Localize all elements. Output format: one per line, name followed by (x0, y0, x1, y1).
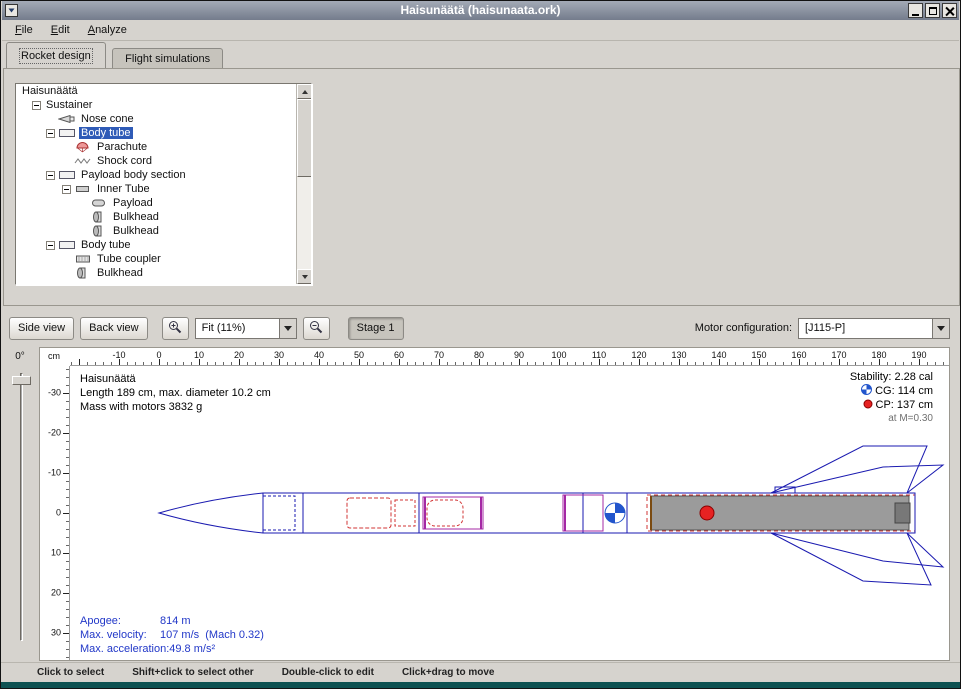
maximize-button[interactable] (925, 3, 940, 18)
flight-info: Apogee:814 m Max. velocity:107 m/s (Mach… (80, 614, 264, 656)
body-tube-icon (58, 128, 76, 138)
tree-item-bulkhead[interactable]: Bulkhead (16, 266, 311, 280)
tree-item-payload[interactable]: Payload (16, 196, 311, 210)
dropdown-button[interactable] (932, 319, 949, 338)
view-toolbar: Side view Back view Fit (11%) Stage 1 Mo… (1, 313, 961, 343)
zoom-in-icon (168, 320, 182, 337)
payload-icon (90, 198, 108, 208)
close-button[interactable] (942, 3, 957, 18)
application-window: Haisunäätä (haisunaata.ork) File Edit An… (0, 0, 961, 689)
selected-tree-label: Body tube (79, 127, 133, 139)
window-controls (908, 3, 957, 18)
rotation-slider[interactable] (20, 373, 23, 641)
window-bottom-edge (1, 682, 961, 689)
tree-item-shock-cord[interactable]: Shock cord (16, 154, 311, 168)
hint-double-click: Double-click to edit (282, 667, 374, 678)
rocket-view-panel[interactable]: -100102030405060708090100110120130140150… (39, 347, 950, 661)
rocket-dimensions: Length 189 cm, max. diameter 10.2 cm (80, 386, 271, 400)
back-view-button[interactable]: Back view (80, 317, 148, 340)
tree-item-tube-coupler[interactable]: Tube coupler (16, 252, 311, 266)
body-tube-icon (58, 170, 76, 180)
tree-scrollbar[interactable] (296, 84, 311, 284)
tree-item-parachute[interactable]: Parachute (16, 140, 311, 154)
tree-item-rocket[interactable]: Haisunäätä (16, 84, 311, 98)
zoom-out-button[interactable] (303, 317, 330, 340)
motor-configuration-label: Motor configuration: (695, 322, 792, 334)
component-tree[interactable]: Haisunäätä Sustainer Nose cone Body tube… (15, 83, 312, 285)
dropdown-button[interactable] (279, 319, 296, 338)
rotation-slider-thumb[interactable] (12, 376, 31, 385)
horizontal-ruler: -100102030405060708090100110120130140150… (70, 348, 950, 366)
zoom-out-icon (309, 320, 323, 337)
arrow-up-icon (302, 90, 308, 94)
menu-bar: File Edit Analyze (2, 20, 959, 41)
close-icon (945, 6, 954, 15)
system-menu-icon[interactable] (5, 4, 18, 17)
tube-coupler-icon (74, 254, 92, 264)
status-bar: Click to select Shift+click to select ot… (1, 662, 961, 682)
stage-1-toggle[interactable]: Stage 1 (348, 317, 404, 340)
bulkhead-icon (74, 267, 92, 279)
collapse-icon[interactable] (32, 101, 41, 110)
bulkhead-icon (90, 211, 108, 223)
scrollbar-track[interactable] (297, 99, 311, 269)
collapse-icon[interactable] (46, 171, 55, 180)
tab-rocket-design[interactable]: Rocket design (6, 42, 106, 68)
cp-marker (700, 506, 714, 520)
side-view-button[interactable]: Side view (9, 317, 74, 340)
hint-drag: Click+drag to move (402, 667, 495, 678)
minimize-button[interactable] (908, 3, 923, 18)
zoom-in-button[interactable] (162, 317, 189, 340)
cp-icon (863, 399, 873, 409)
chevron-down-icon (284, 326, 292, 331)
tree-item-bulkhead[interactable]: Bulkhead (16, 210, 311, 224)
arrow-down-icon (302, 275, 308, 279)
bulkhead-icon (90, 225, 108, 237)
inner-tube-icon (74, 184, 92, 194)
tree-item-inner-tube[interactable]: Inner Tube (16, 182, 311, 196)
tree-item-stage[interactable]: Sustainer (16, 98, 311, 112)
motor-configuration-select[interactable]: [J115-P] (798, 318, 950, 339)
shock-cord-icon (74, 156, 92, 166)
scrollbar-thumb[interactable] (297, 99, 312, 177)
nose-cone-icon (58, 114, 76, 124)
maximize-icon (929, 7, 937, 15)
stability-info: Stability: 2.28 cal CG: 114 cm CP: 137 c… (850, 370, 933, 426)
hint-shift-click: Shift+click to select other (132, 667, 253, 678)
collapse-icon[interactable] (46, 241, 55, 250)
menu-edit[interactable]: Edit (42, 21, 79, 39)
parachute-icon (74, 142, 92, 153)
rocket-mass: Mass with motors 3832 g (80, 400, 271, 414)
ruler-unit-label: cm (48, 351, 60, 361)
cg-icon (861, 384, 872, 395)
stability-condition: at M=0.30 (850, 412, 933, 426)
rotation-angle-label: 0° (3, 351, 37, 362)
tree-item-body-tube[interactable]: Body tube (16, 126, 311, 140)
hint-click: Click to select (37, 667, 104, 678)
vertical-ruler: -30-20-100102030 (40, 366, 70, 661)
tab-flight-simulations[interactable]: Flight simulations (112, 48, 223, 68)
tree-item-payload-section[interactable]: Payload body section (16, 168, 311, 182)
scroll-up-button[interactable] (297, 84, 312, 99)
title-bar: Haisunäätä (haisunaata.ork) (2, 1, 959, 20)
rocket-info: Haisunäätä Length 189 cm, max. diameter … (80, 372, 271, 414)
scroll-down-button[interactable] (297, 269, 312, 284)
chevron-down-icon (937, 326, 945, 331)
collapse-icon[interactable] (46, 129, 55, 138)
body-tube-icon (58, 240, 76, 250)
zoom-select[interactable]: Fit (11%) (195, 318, 297, 339)
tree-item-bulkhead[interactable]: Bulkhead (16, 224, 311, 238)
cg-marker (605, 503, 625, 523)
tree-item-nose-cone[interactable]: Nose cone (16, 112, 311, 126)
collapse-icon[interactable] (62, 185, 71, 194)
menu-file[interactable]: File (6, 21, 42, 39)
main-tabs: Rocket design Flight simulations (6, 42, 223, 69)
rocket-name: Haisunäätä (80, 372, 271, 386)
menu-analyze[interactable]: Analyze (79, 21, 136, 39)
tree-item-body-tube-aft[interactable]: Body tube (16, 238, 311, 252)
minimize-icon (912, 14, 919, 16)
window-title: Haisunäätä (haisunaata.ork) (2, 1, 959, 20)
